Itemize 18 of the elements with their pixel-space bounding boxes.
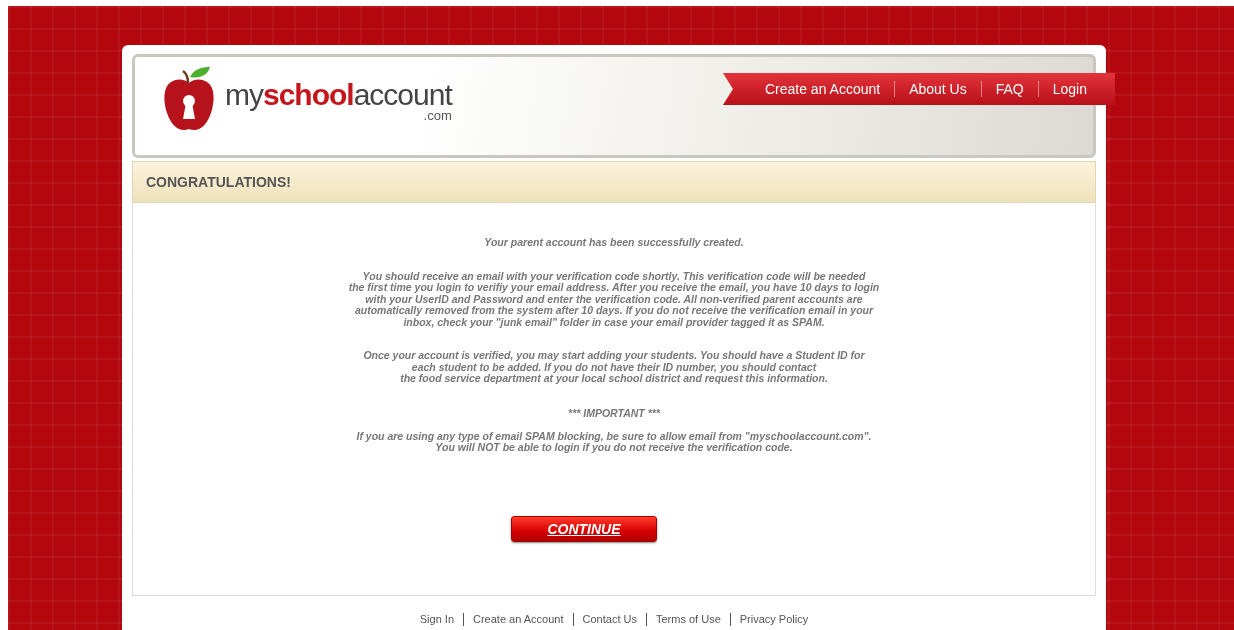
footer-link[interactable]: Create an Account: [463, 613, 573, 626]
nav-link[interactable]: FAQ: [980, 81, 1038, 97]
message-paragraph: You should receive an email with your verification code shortly. This verification code will be needed the first time you login to verifiy your email address. After you receive the email, you have 10 days to login with your UserID and Password and enter the verification code. All non-verified parent accounts are automatically removed from the system after 10 days. If you do not receive the verification email in your inbox, check your "junk email" folder in case your email provider tagged it as SPAM.: [348, 270, 880, 328]
footer-link[interactable]: Privacy Policy: [729, 613, 818, 626]
nav-link[interactable]: Create an Account: [750, 81, 895, 97]
footer-link[interactable]: Contact Us: [572, 613, 646, 626]
important-heading: *** IMPORTANT ***: [568, 406, 660, 419]
message-paragraph: Your parent account has been successfully created.: [484, 237, 744, 249]
footer-link[interactable]: Terms of Use: [645, 613, 730, 626]
logo-domain: .com: [423, 110, 452, 122]
important-paragraph: If you are using any type of email SPAM blocking, be sure to allow email from "myschoolaccount.com". You will NOT be able to login if you do not receive the verification code.: [356, 430, 872, 454]
nav-link[interactable]: Login: [1037, 81, 1101, 97]
nav-link[interactable]: About Us: [894, 81, 981, 97]
continue-button[interactable]: CONTINUE: [511, 515, 657, 542]
message-paragraph: Once your account is verified, you may start adding your students. You should have a Student ID for each student to be added. If you do not have their ID number, you should contact the food service department at your local school district and request this information.: [363, 350, 865, 385]
footer-link[interactable]: Sign In: [410, 613, 463, 626]
page-title: CONGRATULATIONS!: [146, 174, 291, 190]
logo-text: myschoolaccount: [225, 80, 452, 110]
